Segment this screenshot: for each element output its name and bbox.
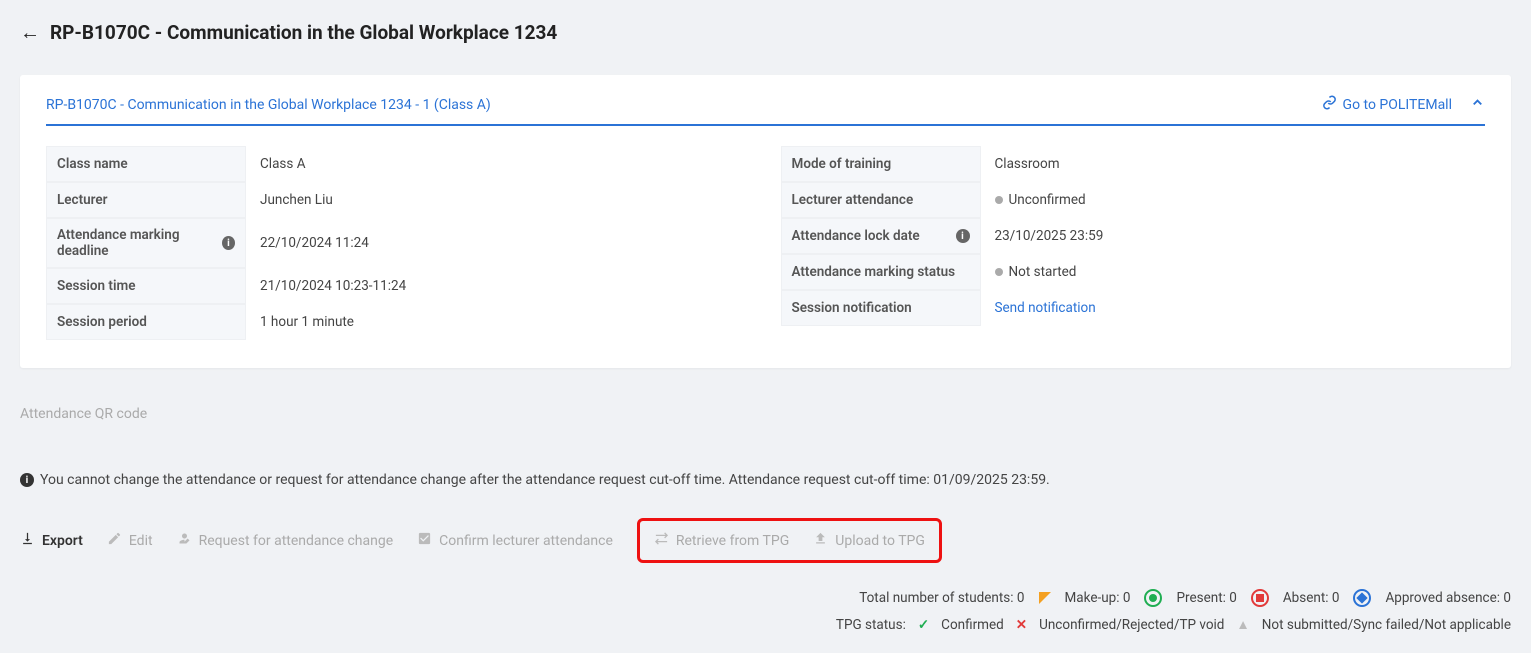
edit-button[interactable]: Edit <box>107 531 153 550</box>
page-title: RP-B1070C - Communication in the Global … <box>50 21 557 44</box>
lock-value: 23/10/2025 23:59 <box>981 220 1486 252</box>
mode-value: Classroom <box>981 148 1486 180</box>
deadline-value: 22/10/2024 11:24 <box>246 227 751 259</box>
lect-att-value: Unconfirmed <box>981 184 1486 216</box>
export-button[interactable]: Export <box>20 531 83 550</box>
link-icon <box>1322 95 1337 114</box>
class-name-value: Class A <box>246 148 751 180</box>
send-notification-link[interactable]: Send notification <box>995 300 1096 316</box>
lock-label: Attendance lock date i <box>781 218 981 254</box>
info-icon[interactable]: i <box>956 229 970 243</box>
upload-icon <box>813 531 828 550</box>
collapse-chevron-icon[interactable] <box>1470 95 1485 114</box>
makeup-label: Make-up: 0 <box>1065 590 1131 606</box>
notice-text: You cannot change the attendance or requ… <box>40 472 1050 488</box>
info-icon: i <box>20 473 34 487</box>
tpg-confirmed-label: Confirmed <box>941 617 1004 633</box>
lecturer-value: Junchen Liu <box>246 184 751 216</box>
details-right-column: Mode of training Classroom Lecturer atte… <box>781 146 1486 340</box>
tpg-notsubmitted-label: Not submitted/Sync failed/Not applicable <box>1262 617 1511 633</box>
request-change-button[interactable]: Request for attendance change <box>177 531 394 550</box>
check-icon: ✓ <box>918 617 929 633</box>
session-time-value: 21/10/2024 10:23-11:24 <box>246 270 751 302</box>
approved-icon <box>1353 589 1371 607</box>
tpg-status-row: TPG status: ✓ Confirmed ✕ Unconfirmed/Re… <box>20 617 1511 633</box>
present-icon <box>1144 589 1162 607</box>
warning-icon: ▲ <box>1236 617 1249 633</box>
mode-label: Mode of training <box>781 146 981 182</box>
politemall-link[interactable]: Go to POLITEMall <box>1322 95 1452 114</box>
status-dot-icon <box>995 196 1003 204</box>
absent-label: Absent: 0 <box>1283 590 1340 606</box>
deadline-label: Attendance marking deadline i <box>46 218 246 268</box>
x-icon: ✕ <box>1016 617 1027 633</box>
present-label: Present: 0 <box>1176 590 1236 606</box>
mark-status-value: Not started <box>981 256 1486 288</box>
notif-label: Session notification <box>781 290 981 326</box>
makeup-icon <box>1039 592 1051 604</box>
status-dot-icon <box>995 268 1003 276</box>
total-students-label: Total number of students: 0 <box>859 590 1024 606</box>
lect-att-label: Lecturer attendance <box>781 182 981 218</box>
absent-icon <box>1251 589 1269 607</box>
session-period-label: Session period <box>46 304 246 340</box>
user-edit-icon <box>177 531 192 550</box>
breadcrumb-link[interactable]: RP-B1070C - Communication in the Global … <box>46 97 491 113</box>
cutoff-notice: i You cannot change the attendance or re… <box>20 472 1511 488</box>
info-icon[interactable]: i <box>222 236 235 250</box>
tpg-actions-highlight: Retrieve from TPG Upload to TPG <box>637 518 942 563</box>
session-period-value: 1 hour 1 minute <box>246 306 751 338</box>
lecturer-label: Lecturer <box>46 182 246 218</box>
approved-label: Approved absence: 0 <box>1385 590 1511 606</box>
mark-status-label: Attendance marking status <box>781 254 981 290</box>
class-name-label: Class name <box>46 146 246 182</box>
retrieve-tpg-button[interactable]: Retrieve from TPG <box>654 531 789 550</box>
summary-row: Total number of students: 0 Make-up: 0 P… <box>20 589 1511 607</box>
details-left-column: Class name Class A Lecturer Junchen Liu … <box>46 146 751 340</box>
qr-code-label: Attendance QR code <box>20 406 1511 422</box>
upload-tpg-button[interactable]: Upload to TPG <box>813 531 925 550</box>
pencil-icon <box>107 531 122 550</box>
export-icon <box>20 531 35 550</box>
politemall-label: Go to POLITEMall <box>1343 97 1452 113</box>
tpg-unconfirmed-label: Unconfirmed/Rejected/TP void <box>1039 617 1224 633</box>
check-square-icon <box>417 531 432 550</box>
session-time-label: Session time <box>46 268 246 304</box>
confirm-lecturer-button[interactable]: Confirm lecturer attendance <box>417 531 613 550</box>
session-card: RP-B1070C - Communication in the Global … <box>20 75 1511 368</box>
swap-icon <box>654 531 669 550</box>
tpg-status-label: TPG status: <box>836 617 906 633</box>
back-arrow-icon[interactable]: ← <box>20 20 40 45</box>
